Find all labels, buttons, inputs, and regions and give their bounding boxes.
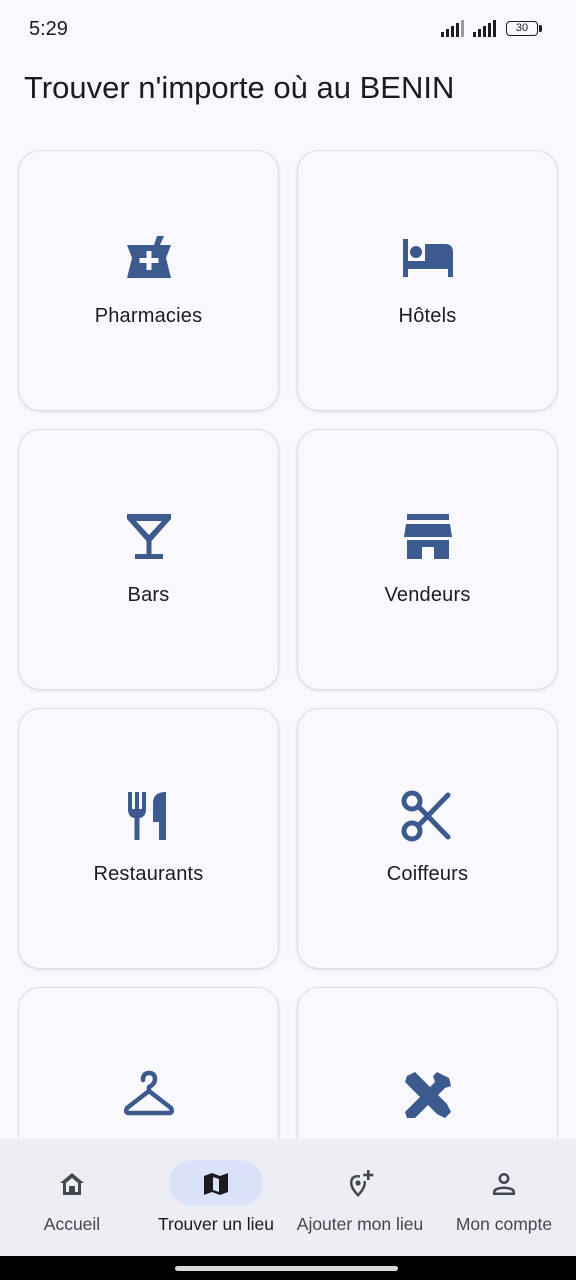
- tools-icon: [298, 1068, 557, 1122]
- add-location-icon: [344, 1168, 376, 1200]
- nav-item-accueil[interactable]: Accueil: [0, 1139, 144, 1256]
- nav-item-ajouter-mon-lieu[interactable]: Ajouter mon lieu: [288, 1139, 432, 1256]
- category-label: Pharmacies: [94, 305, 203, 327]
- category-card-vendeurs[interactable]: Vendeurs: [297, 429, 558, 690]
- category-card-restaurants[interactable]: Restaurants: [18, 708, 279, 969]
- battery-icon: 30: [506, 21, 538, 36]
- home-icon: [56, 1168, 88, 1200]
- pharmacy-icon: [19, 231, 278, 285]
- category-card-hanger[interactable]: [18, 987, 279, 1140]
- category-card-coiffeurs[interactable]: Coiffeurs: [297, 708, 558, 969]
- category-label: Restaurants: [93, 863, 204, 885]
- nav-label: Mon compte: [455, 1214, 553, 1234]
- gesture-handle[interactable]: [175, 1266, 398, 1271]
- category-label: Vendeurs: [384, 584, 471, 606]
- screen: 5:29 30 Trouver n'importe où au BENIN Ph…: [0, 0, 576, 1280]
- restaurant-icon: [19, 789, 278, 843]
- battery-tip: [539, 25, 542, 32]
- nav-label: Accueil: [43, 1214, 101, 1234]
- category-card-hotels[interactable]: Hôtels: [297, 150, 558, 411]
- category-card-bars[interactable]: Bars: [18, 429, 279, 690]
- hotel-bed-icon: [298, 231, 557, 285]
- gesture-area: [0, 1256, 576, 1280]
- signal-icon: [473, 20, 496, 37]
- bottom-navigation: Accueil Trouver un lieu Ajouter mon lieu…: [0, 1139, 576, 1256]
- nav-item-trouver-un-lieu[interactable]: Trouver un lieu: [144, 1139, 288, 1256]
- category-label: Bars: [127, 584, 170, 606]
- hanger-icon: [19, 1068, 278, 1122]
- nav-label: Ajouter mon lieu: [296, 1214, 424, 1234]
- category-card-pharmacies[interactable]: Pharmacies: [18, 150, 279, 411]
- page-title: Trouver n'importe où au BENIN: [24, 70, 455, 105]
- nav-label: Trouver un lieu: [157, 1214, 275, 1234]
- category-label: Hôtels: [398, 305, 457, 327]
- category-card-tools[interactable]: [297, 987, 558, 1140]
- storefront-icon: [298, 510, 557, 564]
- status-time: 5:29: [29, 18, 68, 40]
- battery-level: 30: [515, 22, 529, 34]
- signal-icon: [441, 20, 464, 37]
- cocktail-icon: [19, 510, 278, 564]
- category-label: Coiffeurs: [386, 863, 469, 885]
- category-grid: Pharmacies Hôtels Bars Vendeurs Restaura…: [18, 150, 558, 1140]
- scissors-icon: [298, 789, 557, 843]
- nav-item-mon-compte[interactable]: Mon compte: [432, 1139, 576, 1256]
- person-icon: [488, 1168, 520, 1200]
- status-bar: 5:29 30: [0, 0, 576, 58]
- map-icon: [200, 1168, 232, 1200]
